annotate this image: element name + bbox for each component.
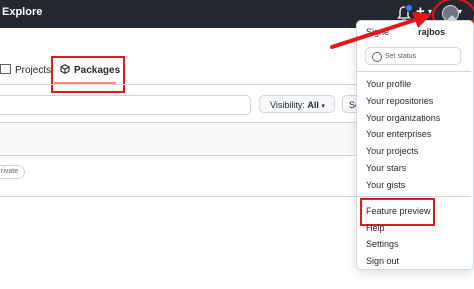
annotation-arrow [330,12,432,49]
